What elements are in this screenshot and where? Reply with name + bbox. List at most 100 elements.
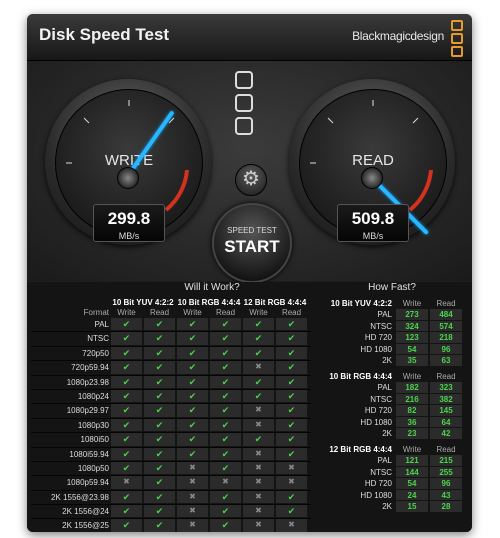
write-col-header: Write [402,299,422,308]
speed-format-label: HD 1080 [360,490,392,500]
how-fast-table: 10 Bit YUV 4:2:2 Write Read PAL 273 484 NTSC 32… [316,298,468,517]
checkmark-icon: ✔ [210,490,241,504]
format-label: 1080p59.94 [66,478,109,488]
start-button[interactable]: SPEED TEST START [212,203,292,283]
format-label: 1080p50 [77,463,109,473]
checkmark-icon: ✔ [111,389,142,403]
read-fps-value: 574 [430,320,462,332]
checkmark-icon: ✔ [210,461,241,475]
cross-icon: ✖ [177,476,208,489]
table-row: 1080p23.98 ✔ ✔ ✔ ✔ ✔ ✔ [31,375,311,390]
speed-group-header: 10 Bit YUV 4:2:2 Write Read [316,298,468,309]
checkmark-icon: ✔ [111,318,142,331]
write-fps-value: 54 [396,343,428,355]
checkmark-icon: ✔ [276,361,307,374]
read-value: 509.8 [351,209,395,228]
speed-row: HD 1080 36 64 [316,416,468,429]
speed-format-label: 2K [382,502,392,512]
checkmark-icon: ✔ [243,389,274,403]
checkmark-icon: ✔ [276,505,307,518]
checkmark-icon: ✔ [111,375,142,388]
write-fps-value: 54 [396,478,428,489]
cross-icon: ✖ [177,461,208,475]
speed-row: 2K 23 42 [316,428,468,440]
speed-format-label: NTSC [370,467,392,477]
checkmark-icon: ✔ [276,375,307,388]
checkmark-icon: ✔ [111,519,142,532]
checkmark-icon: ✔ [276,433,307,446]
read-col-header: Read [436,371,456,381]
speed-format-label: 2K [382,429,392,439]
format-header: Format [83,308,109,317]
checkmark-icon: ✔ [210,505,241,518]
checkmark-icon: ✔ [144,519,175,532]
checkmark-icon: ✔ [276,490,307,504]
table-row: PAL ✔ ✔ ✔ ✔ ✔ ✔ [31,318,311,333]
read-fps-value: 96 [430,478,462,489]
speed-format-label: HD 1080 [360,417,392,427]
checkmark-icon: ✔ [210,318,241,331]
checkmark-icon: ✔ [111,418,142,432]
cross-icon: ✖ [243,461,274,475]
speed-row: NTSC 144 255 [316,466,468,479]
will-it-work-rows: PAL ✔ ✔ ✔ ✔ ✔ ✔ NTSC ✔ ✔ ✔ ✔ ✔ ✔ 720p50 ✔ ✔ ✔ ✔ ✔ ✔ 720p59.94… [31,318,311,532]
read-fps-value: 145 [430,405,462,416]
checkmark-icon: ✔ [276,346,307,360]
speed-row: PAL 182 323 [316,381,468,394]
speed-group-header: 12 Bit RGB 4:4:4 Write Read [316,444,468,455]
speed-group-name: 12 Bit RGB 4:4:4 [329,444,392,454]
table-row: 2K 1556@25 ✔ ✔ ✖ ✔ ✖ ✖ [31,519,311,532]
checkmark-icon: ✔ [210,375,241,388]
checkmark-icon: ✔ [177,318,208,331]
checkmark-icon: ✔ [177,332,208,345]
app-window: Disk Speed Test Blackmagicdesign WRITE 2… [27,14,472,532]
cross-icon: ✖ [243,418,274,432]
table-row: 2K 1556@24 ✔ ✔ ✖ ✔ ✖ ✔ [31,505,311,520]
table-row: NTSC ✔ ✔ ✔ ✔ ✔ ✔ [31,332,311,347]
checkmark-icon: ✔ [144,404,175,417]
gauge-panel: WRITE 299.8 MB/s ⚙ SPEED TEST START READ… [27,61,472,283]
format-label: 1080i59.94 [69,449,109,459]
cross-icon: ✖ [243,476,274,489]
speed-row: 2K 35 63 [316,355,468,367]
checkmark-icon: ✔ [111,361,142,374]
cross-icon: ✖ [243,490,274,504]
cross-icon: ✖ [243,519,274,532]
title-bar: Disk Speed Test Blackmagicdesign [27,14,472,61]
write-readout: 299.8 MB/s [93,204,165,242]
settings-gear-button[interactable]: ⚙ [235,164,267,196]
checkmark-icon: ✔ [111,447,142,460]
cross-icon: ✖ [243,404,274,417]
blackmagic-logo-icon [451,20,463,57]
table-row: 2K 1556@23.98 ✔ ✔ ✖ ✔ ✖ ✔ [31,490,311,506]
checkmark-icon: ✔ [144,433,175,446]
read-fps-value: 218 [430,332,462,343]
read-fps-value: 43 [430,489,462,501]
read-fps-value: 28 [430,501,462,512]
group-header: 10 Bit RGB 4:4:4 [177,298,241,307]
checkmark-icon: ✔ [276,418,307,432]
read-readout: 509.8 MB/s [337,204,409,242]
checkmark-icon: ✔ [243,332,274,345]
checkmark-icon: ✔ [144,375,175,388]
read-col-header: Read [436,299,456,308]
write-gauge: WRITE 299.8 MB/s [45,79,211,245]
write-col-header: Write [249,308,268,317]
how-fast-title: How Fast? [368,282,416,293]
speed-group-name: 10 Bit RGB 4:4:4 [329,371,392,381]
table-row: 1080p50 ✔ ✔ ✖ ✔ ✖ ✖ [31,461,311,477]
checkmark-icon: ✔ [144,389,175,403]
speed-row: HD 720 123 218 [316,332,468,344]
cross-icon: ✖ [177,490,208,504]
format-label: PAL [94,320,109,329]
checkmark-icon: ✔ [276,389,307,403]
write-col-header: Write [183,308,202,317]
table-row: 1080p59.94 ✖ ✔ ✖ ✖ ✖ ✖ [31,476,311,491]
format-label: NTSC [87,334,109,344]
write-fps-value: 15 [396,501,428,512]
checkmark-icon: ✔ [144,318,175,331]
speed-row: 2K 15 28 [316,501,468,513]
checkmark-icon: ✔ [243,375,274,388]
write-fps-value: 23 [396,428,428,439]
